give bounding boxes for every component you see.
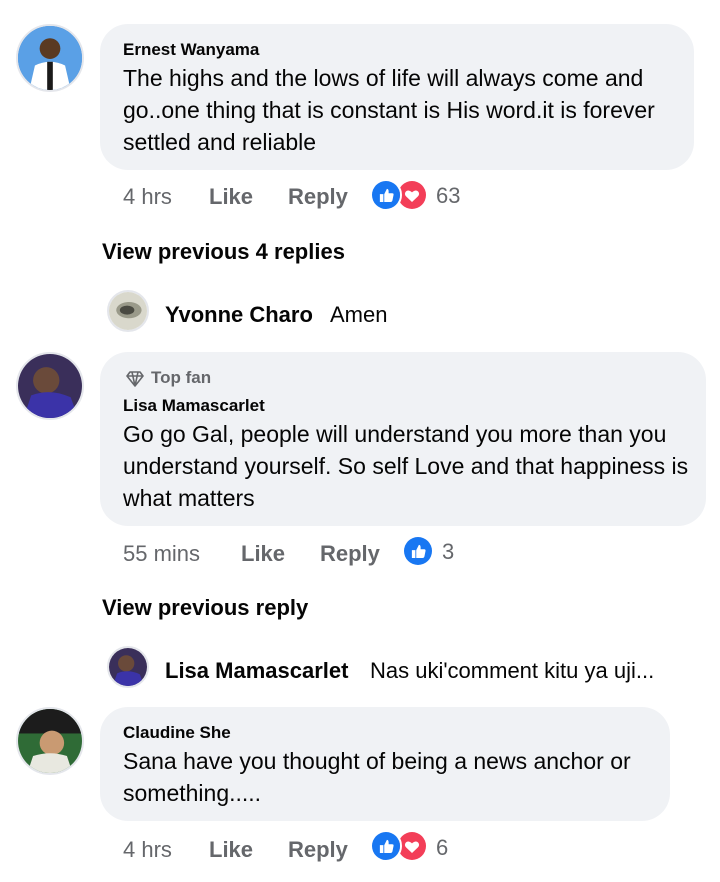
comment-text: Go go Gal, people will understand you mo… [123,421,689,511]
like-button[interactable]: Like [209,184,253,210]
comment-timestamp[interactable]: 4 hrs [123,837,172,863]
comment-bubble: Ernest Wanyama The highs and the lows of… [100,24,694,170]
reactions[interactable] [370,179,430,213]
view-previous-replies[interactable]: View previous 4 replies [102,239,345,265]
reply-avatar[interactable] [107,290,149,332]
profile-photo-icon [109,648,147,686]
comment-bubble: Claudine She Sana have you thought of be… [100,707,670,821]
reply-text[interactable]: Nas uki'comment kitu ya uji... [370,658,682,684]
reply-button[interactable]: Reply [288,837,348,863]
comment-bubble: Top fan Lisa Mamascarlet Go go Gal, peop… [100,352,706,526]
reply-text[interactable]: Amen [330,302,387,328]
reactions[interactable] [402,535,436,569]
comment-text: The highs and the lows of life will alwa… [123,65,655,155]
profile-photo-icon [18,26,82,90]
reaction-count[interactable]: 6 [436,835,448,861]
profile-photo-icon [18,354,82,418]
reaction-count[interactable]: 63 [436,183,460,209]
reaction-count[interactable]: 3 [442,539,454,565]
comment-author[interactable]: Ernest Wanyama [123,40,259,60]
comment-timestamp[interactable]: 55 mins [123,541,200,567]
like-button[interactable]: Like [209,837,253,863]
reply-author[interactable]: Lisa Mamascarlet [165,658,348,684]
comment-author[interactable]: Lisa Mamascarlet [123,396,265,416]
profile-photo-icon [109,292,147,330]
avatar[interactable] [16,352,84,420]
like-button[interactable]: Like [241,541,285,567]
comment-text: Sana have you thought of being a news an… [123,748,631,806]
reply-button[interactable]: Reply [288,184,348,210]
like-icon [370,179,402,211]
reply-author[interactable]: Yvonne Charo [165,302,313,328]
reply-button[interactable]: Reply [320,541,380,567]
top-fan-badge[interactable]: Top fan [151,368,211,388]
reactions[interactable] [370,830,430,864]
like-icon [402,535,434,567]
profile-photo-icon [18,709,82,773]
avatar[interactable] [16,24,84,92]
reply-avatar[interactable] [107,646,149,688]
view-previous-replies[interactable]: View previous reply [102,595,308,621]
avatar[interactable] [16,707,84,775]
comment-timestamp[interactable]: 4 hrs [123,184,172,210]
like-icon [370,830,402,862]
diamond-icon [126,371,144,387]
comment-author[interactable]: Claudine She [123,723,231,743]
